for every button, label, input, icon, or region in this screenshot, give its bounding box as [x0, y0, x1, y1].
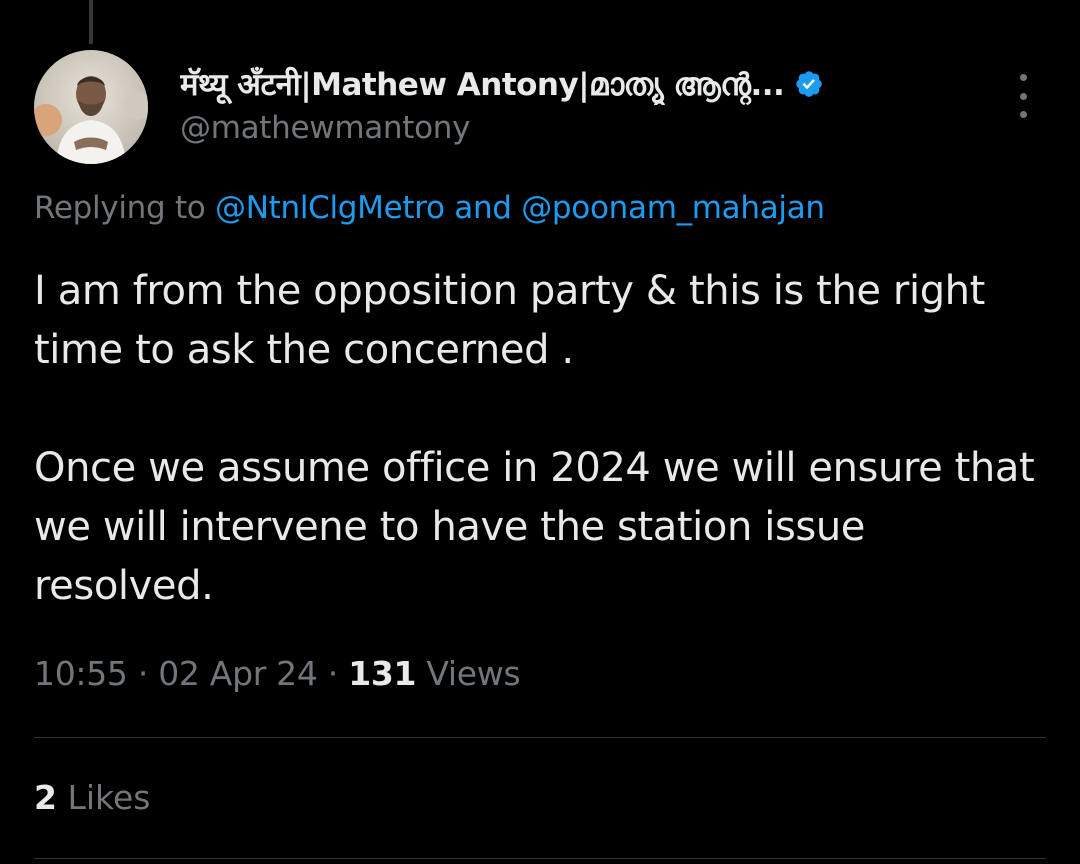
replying-conjunction: and	[454, 190, 512, 226]
avatar[interactable]	[34, 50, 148, 164]
thread-connector-line	[89, 0, 93, 44]
more-options-icon[interactable]	[1008, 74, 1038, 118]
meta-separator-1: ·	[137, 654, 149, 693]
meta-separator-2: ·	[327, 654, 339, 693]
views-count[interactable]: 131	[348, 654, 416, 693]
replying-to-line: Replying to @NtnlClgMetro and @poonam_ma…	[34, 190, 825, 226]
dot-2	[1019, 92, 1027, 100]
tweet-body: I am from the opposition party & this is…	[34, 262, 1054, 616]
mention-link-poonam-mahajan[interactable]: @poonam_mahajan	[521, 190, 825, 226]
tweet-date[interactable]: 02 Apr 24	[158, 654, 318, 693]
author-handle[interactable]: @mathewmantony	[180, 110, 960, 146]
tweet-paragraph-2: Once we assume office in 2024 we will en…	[34, 445, 1035, 609]
verified-badge-icon	[796, 71, 823, 97]
dot-3	[1019, 111, 1027, 118]
author-display-name[interactable]: मॅथ्यू अँटनी|Mathew Antony|മാത്യു ആന്റ..…	[180, 63, 784, 105]
tweet-author-header: मॅथ्यू अँटनी|Mathew Antony|മാത്യു ആന്റ..…	[180, 60, 960, 146]
likes-label: Likes	[67, 778, 151, 817]
views-label[interactable]: Views	[426, 654, 520, 693]
tweet-paragraph-1: I am from the opposition party & this is…	[34, 268, 985, 373]
likes-count: 2	[34, 778, 57, 817]
author-name-row[interactable]: मॅथ्यू अँटनी|Mathew Antony|മാത്യു ആന്റ..…	[180, 60, 960, 108]
likes-stat[interactable]: 2 Likes	[34, 778, 150, 817]
replying-to-label: Replying to	[34, 190, 206, 226]
tweet-metadata: 10:55 · 02 Apr 24 · 131 Views	[34, 654, 521, 693]
divider-bottom	[34, 858, 1046, 859]
dot-1	[1019, 74, 1027, 81]
mention-link-ntnlclgmetro[interactable]: @NtnlClgMetro	[215, 190, 445, 226]
avatar-photo	[34, 50, 148, 164]
tweet-time[interactable]: 10:55	[34, 654, 128, 693]
divider	[34, 737, 1046, 738]
